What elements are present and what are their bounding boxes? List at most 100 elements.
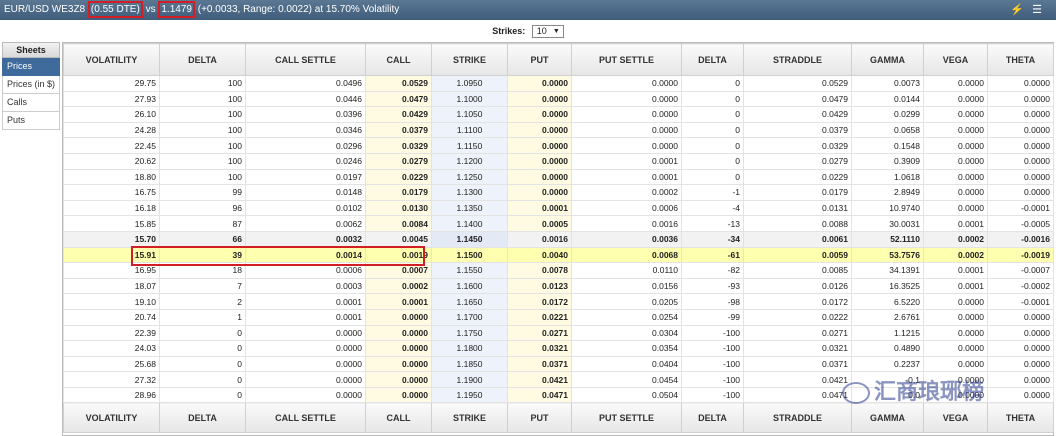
menu-icon[interactable]: ☰ bbox=[1032, 0, 1050, 20]
table-cell: 0.0123 bbox=[507, 277, 572, 295]
title-bar: EUR/USD WE3Z8 (0.55 DTE) vs 1.1479 (+0.0… bbox=[0, 0, 1056, 20]
column-header[interactable]: STRIKE bbox=[431, 402, 508, 434]
table-cell: 0.0085 bbox=[743, 262, 852, 279]
table-row[interactable]: 20.74 1 0.0001 0.0000 1.1700 0.0221 0.0254 -99 0… bbox=[63, 308, 1054, 326]
column-header[interactable]: CALL SETTLE bbox=[245, 43, 366, 76]
column-header[interactable]: PUT SETTLE bbox=[571, 402, 682, 434]
table-cell: 0.0000 bbox=[923, 340, 988, 357]
table-row[interactable]: 29.75 100 0.0496 0.0529 1.0950 0.0000 0.0000 0 0… bbox=[63, 75, 1054, 92]
sheet-tab-puts[interactable]: Puts bbox=[2, 112, 60, 130]
table-row[interactable]: 18.07 7 0.0003 0.0002 1.1600 0.0123 0.0156 -93 0… bbox=[63, 277, 1054, 295]
table-row[interactable]: 20.62 100 0.0246 0.0279 1.1200 0.0000 0.0001 0 0… bbox=[63, 152, 1054, 170]
table-cell: 0.0279 bbox=[365, 152, 432, 170]
sheet-tab-calls[interactable]: Calls bbox=[2, 94, 60, 112]
table-cell: 0.0000 bbox=[365, 355, 432, 373]
column-header[interactable]: VOLATILITY bbox=[63, 43, 160, 76]
instrument-name: EUR/USD WE3Z8 bbox=[4, 4, 86, 15]
table-row[interactable]: 24.03 0 0.0000 0.0000 1.1800 0.0321 0.0354 -100… bbox=[63, 340, 1054, 357]
table-cell: 27.93 bbox=[63, 90, 160, 108]
table-cell: 0.0000 bbox=[571, 121, 682, 139]
table-row[interactable]: 26.10 100 0.0396 0.0429 1.1050 0.0000 0.0000 0 0… bbox=[63, 106, 1054, 123]
table-cell: 1.1950 bbox=[431, 386, 508, 404]
table-cell: 100 bbox=[159, 106, 246, 123]
table-row[interactable]: 16.18 96 0.0102 0.0130 1.1350 0.0001 0.0006 -4 0… bbox=[63, 199, 1054, 217]
column-header[interactable]: THETA bbox=[987, 402, 1054, 434]
column-header[interactable]: DELTA bbox=[159, 402, 246, 434]
table-cell: 0.0059 bbox=[743, 246, 852, 264]
table-row[interactable]: 19.10 2 0.0001 0.0001 1.1650 0.0172 0.0205 -98 0… bbox=[63, 293, 1054, 310]
table-cell: 0.0000 bbox=[987, 355, 1054, 373]
table-cell: -99 bbox=[681, 308, 744, 326]
table-cell: 0.0371 bbox=[743, 355, 852, 373]
table-cell: 0 bbox=[159, 371, 246, 388]
table-cell: 16.18 bbox=[63, 199, 160, 217]
table-cell: 0.0000 bbox=[923, 355, 988, 373]
table-cell: -100 bbox=[681, 386, 744, 404]
table-cell: 0.0172 bbox=[507, 293, 572, 310]
dropdown-arrow-icon: ▼ bbox=[552, 28, 560, 36]
table-cell: 0.0000 bbox=[507, 75, 572, 92]
column-header[interactable]: CALL SETTLE bbox=[245, 402, 366, 434]
table-cell: 0.0279 bbox=[743, 152, 852, 170]
table-row[interactable]: 27.93 100 0.0446 0.0479 1.1000 0.0000 0.0000 0 0… bbox=[63, 90, 1054, 108]
column-header[interactable]: DELTA bbox=[681, 43, 744, 76]
column-header[interactable]: PUT bbox=[507, 402, 572, 434]
table-cell: 0.0329 bbox=[365, 137, 432, 154]
column-header[interactable]: STRADDLE bbox=[743, 43, 852, 76]
sheet-tab-prices-in[interactable]: Prices (in $) bbox=[2, 76, 60, 94]
column-header[interactable]: PUT bbox=[507, 43, 572, 76]
table-row[interactable]: 15.85 87 0.0062 0.0084 1.1400 0.0005 0.0016 -13… bbox=[63, 215, 1054, 232]
table-row[interactable]: 16.95 18 0.0006 0.0007 1.1550 0.0078 0.0110 -82… bbox=[63, 262, 1054, 279]
table-cell: 0.0001 bbox=[245, 293, 366, 310]
table-cell: 0.0001 bbox=[923, 215, 988, 232]
column-header[interactable]: DELTA bbox=[681, 402, 744, 434]
lightning-icon[interactable]: ⚡ bbox=[1010, 0, 1032, 20]
table-cell: 1.1500 bbox=[431, 246, 508, 264]
table-row[interactable]: 25.68 0 0.0000 0.0000 1.1850 0.0371 0.0404 -100… bbox=[63, 355, 1054, 373]
table-cell: 0.0000 bbox=[987, 106, 1054, 123]
table-cell: 1.1850 bbox=[431, 355, 508, 373]
sheet-tab-prices[interactable]: Prices bbox=[2, 58, 60, 76]
table-cell: 0.0529 bbox=[365, 75, 432, 92]
table-row[interactable]: 22.39 0 0.0000 0.0000 1.1750 0.0271 0.0304 -100… bbox=[63, 324, 1054, 342]
table-cell: 0.0001 bbox=[571, 152, 682, 170]
table-cell: 30.0031 bbox=[851, 215, 924, 232]
column-header[interactable]: STRADDLE bbox=[743, 402, 852, 434]
column-header[interactable]: VEGA bbox=[923, 43, 988, 76]
table-row[interactable]: 22.45 100 0.0296 0.0329 1.1150 0.0000 0.0000 0 0… bbox=[63, 137, 1054, 154]
column-header[interactable]: GAMMA bbox=[851, 402, 924, 434]
table-cell: -0.0001 bbox=[987, 293, 1054, 310]
table-cell: 0.0148 bbox=[245, 184, 366, 201]
vs-label: vs bbox=[145, 4, 156, 15]
column-header[interactable]: THETA bbox=[987, 43, 1054, 76]
table-cell: 25.68 bbox=[63, 355, 160, 373]
table-cell: 0 bbox=[681, 137, 744, 154]
table-cell: 0.0379 bbox=[743, 121, 852, 139]
table-row[interactable]: 16.75 99 0.0148 0.0179 1.1300 0.0000 0.0002 -1 0… bbox=[63, 184, 1054, 201]
column-header[interactable]: GAMMA bbox=[851, 43, 924, 76]
table-cell: 0 bbox=[681, 168, 744, 186]
column-header[interactable]: VEGA bbox=[923, 402, 988, 434]
strikes-select[interactable]: 10 ▼ bbox=[531, 25, 564, 39]
table-cell: 0.0000 bbox=[507, 168, 572, 186]
table-cell: 100 bbox=[159, 137, 246, 154]
table-row[interactable]: 18.80 100 0.0197 0.0229 1.1250 0.0000 0.0001 0 0… bbox=[63, 168, 1054, 186]
table-row[interactable]: 24.28 100 0.0346 0.0379 1.1100 0.0000 0.0000 0 0… bbox=[63, 121, 1054, 139]
table-row[interactable]: 15.91 39 0.0014 0.0019 1.1500 0.0040 0.0068 -61… bbox=[63, 246, 1054, 264]
table-cell: 0.0329 bbox=[743, 137, 852, 154]
table-cell: 0.0000 bbox=[245, 386, 366, 404]
table-cell: 15.85 bbox=[63, 215, 160, 232]
column-header[interactable]: VOLATILITY bbox=[63, 402, 160, 434]
table-cell: 0.0014 bbox=[245, 246, 366, 264]
table-cell: 0 bbox=[159, 324, 246, 342]
column-header[interactable]: DELTA bbox=[159, 43, 246, 76]
column-header[interactable]: CALL bbox=[365, 43, 432, 76]
column-header[interactable]: STRIKE bbox=[431, 43, 508, 76]
table-cell: 1.1100 bbox=[431, 121, 508, 139]
column-header[interactable]: PUT SETTLE bbox=[571, 43, 682, 76]
table-cell: 0.1548 bbox=[851, 137, 924, 154]
table-row[interactable]: 15.70 66 0.0032 0.0045 1.1450 0.0016 0.0036 -34… bbox=[63, 230, 1054, 248]
table-cell: 0.0179 bbox=[743, 184, 852, 201]
table-cell: 29.75 bbox=[63, 75, 160, 92]
column-header[interactable]: CALL bbox=[365, 402, 432, 434]
